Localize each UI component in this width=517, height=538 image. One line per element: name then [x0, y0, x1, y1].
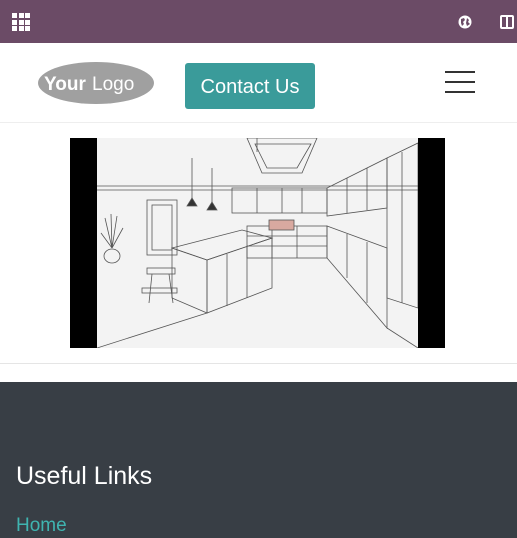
site-header: Your Logo Contact Us — [0, 43, 517, 123]
split-view-icon[interactable] — [500, 15, 514, 29]
kitchen-sketch-image — [97, 138, 418, 348]
svg-text:Logo: Logo — [92, 74, 134, 95]
media-section — [0, 123, 517, 364]
top-bar — [0, 0, 517, 43]
video-player[interactable] — [70, 138, 445, 348]
contact-us-button[interactable]: Contact Us — [185, 63, 315, 109]
svg-text:Your: Your — [44, 74, 86, 95]
footer-link-home[interactable]: Home — [16, 515, 67, 537]
company-logo[interactable]: Your Logo — [36, 60, 156, 105]
section-spacer — [0, 364, 517, 382]
globe-icon[interactable] — [458, 15, 472, 29]
apps-grid-icon[interactable] — [12, 13, 30, 31]
useful-links-heading: Useful Links — [16, 462, 153, 490]
hamburger-menu-icon[interactable] — [445, 71, 475, 93]
site-footer: Useful Links Home — [0, 382, 517, 538]
